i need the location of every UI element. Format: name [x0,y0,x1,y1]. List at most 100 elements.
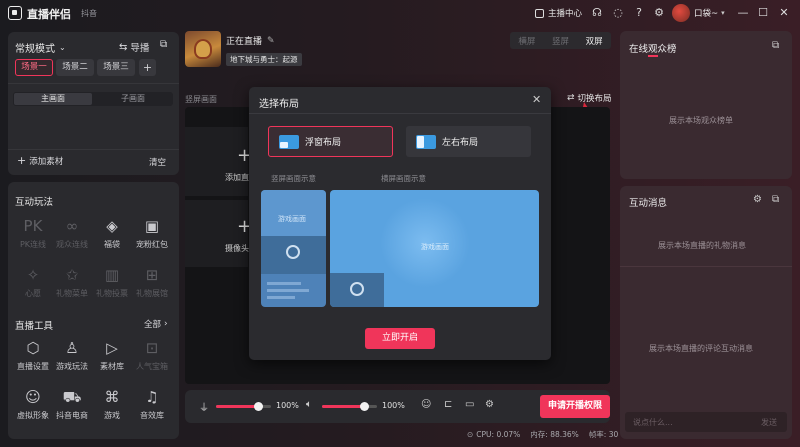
chat-line [267,296,295,299]
sound-library-tool[interactable]: ♫ 音效库 [132,387,172,421]
platform-label: 抖音 [81,9,97,18]
video-icon[interactable]: ▭ [465,399,474,410]
scene-tab-3[interactable]: 场景三 [97,59,135,76]
stream-cover[interactable] [185,31,221,67]
plus-icon: + [17,154,27,167]
landscape-game-label: 游戏画面 [421,243,449,251]
user-menu[interactable]: 口袋~ ▾ [672,4,725,22]
camera-icon [286,245,300,259]
tab-dual[interactable]: 双屏 [577,35,611,47]
speaker-icon[interactable]: 🔈︎ [306,399,312,410]
close-icon[interactable]: ✕ [777,6,791,20]
add-source-card[interactable]: + 添加直 [185,127,252,196]
landscape-caption: 横屏画面示意 [381,174,426,183]
message-icon[interactable]: ◌ [611,6,625,20]
avatar-tool[interactable]: ☺ 虚拟形象 [13,387,53,421]
headset-icon[interactable]: ☊ [590,6,604,20]
host-center-button[interactable]: 主播中心 [535,7,582,19]
divider [8,83,179,84]
portrait-caption: 竖屏画面示意 [271,174,316,183]
tab-sub-screen[interactable]: 子画面 [95,93,171,105]
popout-icon[interactable]: ⧉ [160,39,167,50]
settings-icon[interactable]: ⚙ [652,6,666,20]
title-bar: 直播伴侣 抖音 主播中心 ☊ ◌ ? ⚙ 口袋~ ▾ — ☐ ✕ [0,0,800,26]
game-tool[interactable]: ⌘ 游戏 [92,387,132,421]
guide-button[interactable]: ⇆ 导播 [119,40,150,55]
memory-usage: 内存: 88.36% [530,430,579,439]
fan-red-packet-tool[interactable]: ▣ 宠粉红包 [132,216,172,250]
effects-icon[interactable]: ☺ [421,399,431,410]
mic-volume-knob[interactable] [254,402,264,411]
add-source-label: 添加直 [225,173,249,182]
split-layout-label: 左右布局 [442,138,479,148]
edit-icon[interactable]: ✎ [267,36,275,46]
gift-gallery-tool[interactable]: ⊞ 礼物展馆 [132,265,172,299]
minimize-icon[interactable]: — [736,6,750,20]
mode-selector[interactable]: 常规模式 ⌄ [15,40,66,55]
live-settings-tool[interactable]: ⬡ 直播设置 [13,338,53,372]
mode-label: 常规模式 [15,44,55,55]
bag-icon: ◈ [106,217,118,235]
portrait-preview: 游戏画面 [261,190,326,307]
pk-connect-tool[interactable]: PK PK连线 [13,216,53,250]
host-center-icon [535,8,544,18]
settings-icon[interactable]: ⚙ [753,194,762,205]
add-material-button[interactable]: + 添加素材 [17,154,63,167]
swap-icon: ⇆ [119,41,128,53]
help-icon[interactable]: ? [632,6,646,20]
cpu-usage: CPU: 0.07% [476,430,521,439]
float-layout-label: 浮窗布局 [305,138,342,148]
camera-icon [350,282,364,296]
gift-vote-tool[interactable]: ▥ 礼物投票 [92,265,132,299]
popularity-box-tool[interactable]: ⊡ 人气宝箱 [132,338,172,372]
messages-title: 互动消息 [629,198,668,209]
audience-connect-tool[interactable]: ∞ 观众连线 [52,216,92,250]
microphone-icon[interactable]: ⏚ [199,399,209,414]
tab-landscape[interactable]: 横屏 [510,35,544,47]
comment-input-placeholder: 说点什么... [633,418,673,427]
dialog-close-icon[interactable]: ✕ [532,93,541,106]
scene-tab-2[interactable]: 场景二 [56,59,94,76]
camera-source-card[interactable]: + 摄像头 [185,200,252,267]
send-button[interactable]: 发送 [761,417,777,428]
ecommerce-tool[interactable]: ⛟ 抖音电商 [52,387,92,421]
stream-status: 正在直播 ✎ [226,34,275,48]
tab-main-screen[interactable]: 主画面 [14,93,92,105]
gift-menu-icon: ✩ [65,266,79,284]
add-scene-button[interactable]: + [139,59,156,76]
float-layout-option[interactable]: 浮窗布局 [268,126,393,157]
maximize-icon[interactable]: ☐ [756,6,770,20]
popout-icon[interactable]: ⧉ [772,40,779,51]
wish-icon: ✧ [26,266,40,284]
clear-button[interactable]: 清空 [149,156,166,168]
category-tag[interactable]: 地下城与勇士：起源 [226,53,302,66]
tab-portrait[interactable]: 竖屏 [544,35,578,47]
apply-permission-button[interactable]: 申请开播权限 [540,395,610,418]
float-layout-icon [279,134,299,149]
cover-character [194,39,212,59]
app-logo [8,6,22,20]
monitor-icon: ⊙ [467,430,474,439]
gear-icon[interactable]: ⚙ [485,399,494,410]
landscape-camera-float [330,273,384,307]
all-tools-link[interactable]: 全部 › [144,318,168,330]
gift-menu-tool[interactable]: ✩ 礼物菜单 [52,265,92,299]
pk-icon: PK [23,217,43,235]
game-play-tool[interactable]: ♙ 游戏玩法 [52,338,92,372]
popout-icon[interactable]: ⧉ [772,194,779,205]
material-library-tool[interactable]: ▷ 素材库 [92,338,132,372]
scene-tab-1[interactable]: 场景一 [15,59,53,76]
app-name: 直播伴侣 [27,8,71,21]
split-layout-option[interactable]: 左右布局 [406,126,531,157]
start-now-button[interactable]: 立即开启 [365,328,435,349]
comment-input[interactable]: 说点什么... 发送 [625,412,787,432]
portrait-game-area [261,190,326,236]
gift-empty-text: 展示本场直播的礼物消息 [658,241,746,250]
screen-share-icon[interactable]: ⊏ [444,399,452,410]
guide-label: 导播 [130,43,150,54]
lucky-bag-tool[interactable]: ◈ 福袋 [92,216,132,250]
treasure-box-icon: ⊡ [145,339,159,357]
wish-tool[interactable]: ✧ 心愿 [13,265,53,299]
speaker-volume-knob[interactable] [360,402,370,411]
music-icon: ♫ [145,388,159,406]
